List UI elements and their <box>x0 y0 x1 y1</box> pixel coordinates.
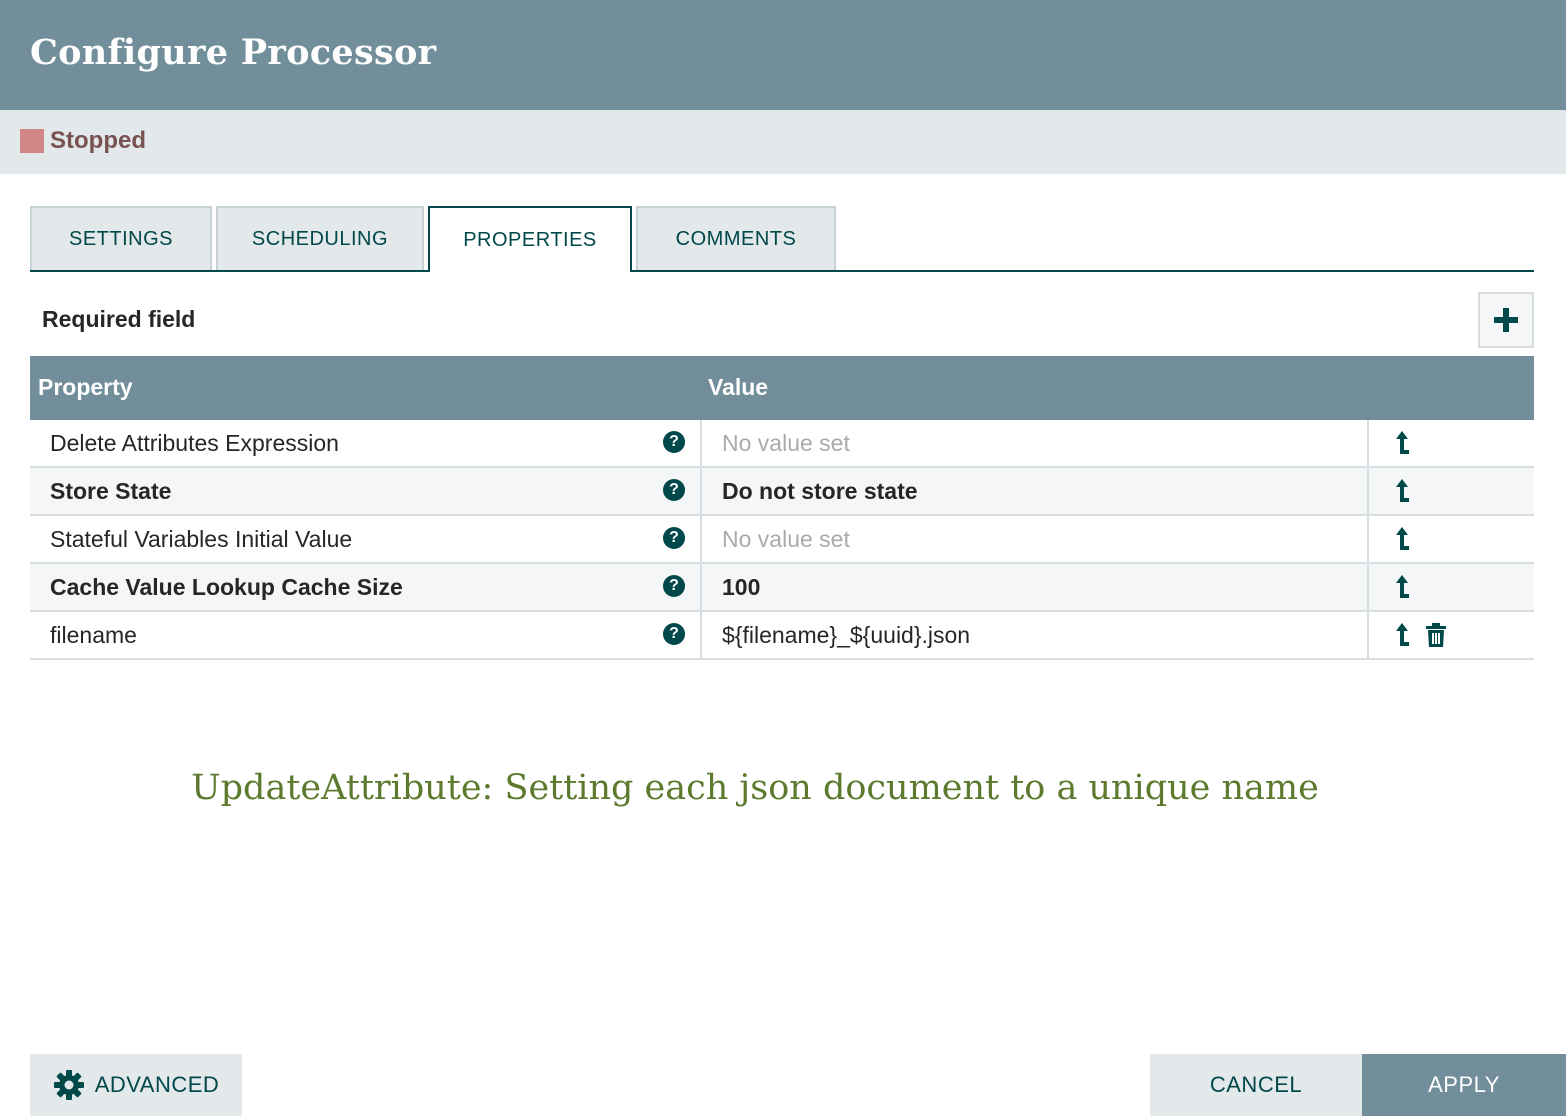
table-body: Delete Attributes Expression? No value se… <box>30 420 1534 660</box>
property-name: filename <box>50 622 137 648</box>
property-name: Stateful Variables Initial Value <box>50 526 353 552</box>
table-row[interactable]: Delete Attributes Expression? No value se… <box>30 420 1534 468</box>
gear-icon <box>53 1070 84 1100</box>
stopped-status-icon <box>20 129 44 153</box>
plus-icon <box>1494 308 1518 332</box>
go-to-icon[interactable] <box>1393 526 1411 552</box>
column-header-value: Value <box>708 374 769 400</box>
required-field-label: Required field <box>42 306 196 332</box>
column-divider <box>1367 564 1369 610</box>
properties-table: Property Value Delete Attributes Express… <box>30 356 1534 660</box>
column-divider <box>700 516 702 562</box>
property-value[interactable]: No value set <box>722 526 850 553</box>
property-value[interactable]: Do not store state <box>722 478 918 505</box>
dialog-title: Configure Processor <box>30 32 437 73</box>
column-divider <box>700 612 702 658</box>
column-divider <box>1367 468 1369 514</box>
go-to-icon[interactable] <box>1393 574 1411 600</box>
column-divider <box>1367 420 1369 466</box>
table-row[interactable]: filename? ${filename}_${uuid}.json <box>30 612 1534 660</box>
property-value[interactable]: No value set <box>722 430 850 457</box>
column-divider <box>700 420 702 466</box>
column-divider <box>1367 612 1369 658</box>
cancel-button[interactable]: CANCEL <box>1150 1054 1362 1116</box>
column-divider <box>1367 516 1369 562</box>
dialog-header: Configure Processor <box>0 0 1566 110</box>
property-value[interactable]: ${filename}_${uuid}.json <box>722 622 970 649</box>
apply-button[interactable]: APPLY <box>1362 1054 1566 1116</box>
tab-settings[interactable]: SETTINGS <box>30 206 212 270</box>
help-icon[interactable]: ? <box>663 623 685 645</box>
help-icon[interactable]: ? <box>663 431 685 453</box>
table-header: Property Value <box>30 356 1534 420</box>
caption: UpdateAttribute: Setting each json docum… <box>191 768 1319 808</box>
column-divider <box>700 564 702 610</box>
add-property-button[interactable] <box>1478 292 1534 348</box>
advanced-button[interactable]: ADVANCED <box>30 1054 242 1116</box>
column-header-property: Property <box>38 374 133 400</box>
tab-properties[interactable]: PROPERTIES <box>428 206 632 272</box>
trash-icon[interactable] <box>1425 623 1447 647</box>
property-name: Store State <box>50 478 172 504</box>
column-divider <box>700 468 702 514</box>
help-icon[interactable]: ? <box>663 527 685 549</box>
property-value[interactable]: 100 <box>722 574 760 601</box>
go-to-icon[interactable] <box>1393 622 1411 648</box>
tab-comments[interactable]: COMMENTS <box>636 206 836 270</box>
property-name: Cache Value Lookup Cache Size <box>50 574 403 600</box>
table-row[interactable]: Stateful Variables Initial Value? No valu… <box>30 516 1534 564</box>
table-row[interactable]: Store State? Do not store state <box>30 468 1534 516</box>
go-to-icon[interactable] <box>1393 478 1411 504</box>
table-row[interactable]: Cache Value Lookup Cache Size? 100 <box>30 564 1534 612</box>
go-to-icon[interactable] <box>1393 430 1411 456</box>
help-icon[interactable]: ? <box>663 479 685 501</box>
tab-bar: SETTINGS SCHEDULING PROPERTIES COMMENTS <box>30 206 1534 272</box>
property-name: Delete Attributes Expression <box>50 430 339 456</box>
status-label: Stopped <box>50 127 146 154</box>
advanced-label: ADVANCED <box>94 1072 220 1097</box>
status-bar: Stopped <box>0 110 1566 174</box>
tab-scheduling[interactable]: SCHEDULING <box>216 206 424 270</box>
help-icon[interactable]: ? <box>663 575 685 597</box>
